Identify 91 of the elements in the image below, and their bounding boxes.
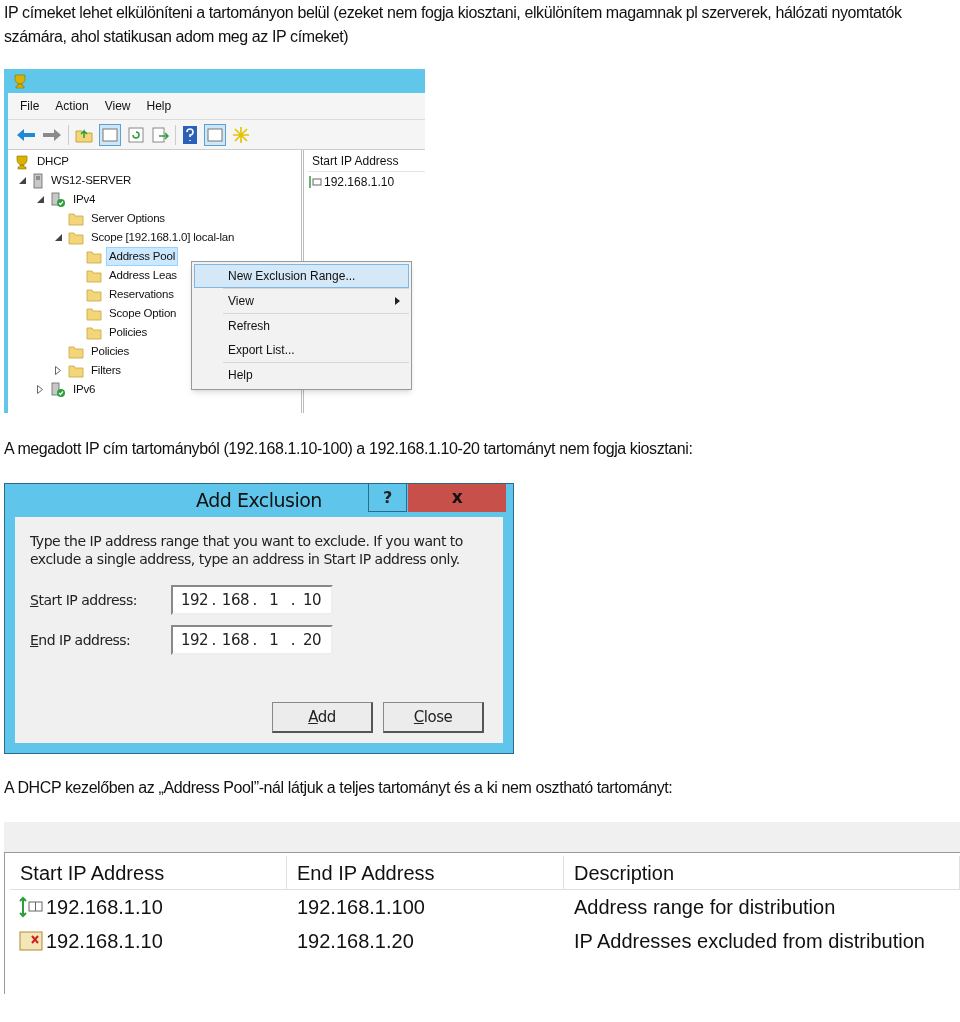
tree-item[interactable]: IPv4 — [70, 190, 99, 209]
column-header[interactable]: Start IP Address — [10, 856, 287, 890]
folder-icon — [68, 343, 84, 360]
octet-value: 1 — [268, 629, 280, 651]
tree-item[interactable]: Scope Option — [106, 304, 180, 323]
dialog-button[interactable]: Add — [272, 702, 373, 733]
submenu-arrow-icon — [395, 297, 400, 305]
server-check-icon — [50, 191, 66, 208]
octet-value: 168 — [221, 589, 247, 611]
range-icon — [308, 174, 322, 189]
folder-icon — [68, 210, 84, 227]
paragraph: A DHCP kezelőben az „Address Pool”-nál látjuk a teljes tartományt és a ki nem osztható tartományt: — [3, 778, 674, 798]
octet-separator: . — [252, 629, 257, 651]
octet-separator: . — [211, 589, 216, 611]
folder-icon — [86, 248, 102, 265]
folder-icon — [86, 324, 102, 341]
octet-value: 168 — [221, 629, 247, 651]
table-cell-text: IP Addresses excluded from distribution — [574, 929, 925, 954]
tree-item[interactable]: Policies — [106, 323, 151, 342]
pane-toggle-icon[interactable] — [204, 123, 226, 146]
menu-item[interactable]: Help — [146, 97, 172, 115]
folder-icon — [68, 229, 84, 246]
ip-address-field[interactable]: 192 . 168 . 1 . 10 — [171, 585, 333, 615]
octet-value: 192 — [181, 589, 206, 611]
octet-separator: . — [290, 629, 295, 651]
octet-separator: . — [211, 629, 216, 651]
paragraph: IP címeket lehet elkülöníteni a tartományon belül (ezeket nem fogja kiosztani, elkülönítem magamnak pl szerverek, hálózati nyomtatók számára, ahol statikusan adom meg az IP címeket) — [3, 3, 903, 47]
octet-value: 192 — [181, 629, 206, 651]
tree-item[interactable]: IPv6 — [70, 380, 99, 399]
server-check-icon — [50, 381, 66, 398]
server-icon — [32, 172, 44, 189]
table-cell-text: Address range for distribution — [574, 895, 836, 920]
trophy-icon — [12, 73, 28, 89]
folder-up-icon[interactable] — [75, 126, 93, 143]
tree-item[interactable]: DHCP — [34, 152, 72, 171]
table-cell-text: 192.168.1.10 — [46, 929, 163, 954]
column-header[interactable]: Description — [564, 856, 960, 890]
menu-item[interactable]: View — [104, 97, 131, 115]
menu-item[interactable]: Refresh — [223, 314, 409, 338]
expanded-arrow-icon[interactable] — [36, 196, 44, 203]
dialog-title: Add Exclusion — [196, 488, 322, 514]
dialog-description: Type the IP address range that you want to exclude. If you want to exclude a single address, type an address in Start IP address only. — [30, 532, 464, 568]
octet-value: 10 — [301, 589, 323, 611]
back-arrow-icon[interactable] — [16, 126, 36, 143]
table-cell-text: 192.168.1.20 — [297, 929, 414, 954]
tree-item[interactable]: Address Leas — [106, 266, 180, 285]
tree-item[interactable]: Filters — [88, 361, 124, 380]
trophy-icon — [14, 153, 30, 170]
field-label: End IP address: — [30, 630, 132, 650]
menu-item[interactable]: Action — [55, 97, 89, 115]
folder-icon — [68, 362, 84, 379]
menu-item[interactable]: Export List... — [223, 338, 409, 362]
column-header[interactable]: End IP Address — [287, 856, 564, 890]
expanded-arrow-icon[interactable] — [54, 234, 62, 241]
table-cell[interactable]: 192.168.1.10 — [324, 172, 395, 191]
octet-value: 1 — [268, 589, 280, 611]
octet-separator: . — [290, 589, 295, 611]
help-button[interactable]: ? — [368, 484, 407, 512]
range-icon — [18, 896, 44, 918]
dialog-button[interactable]: Close — [383, 702, 484, 733]
octet-value: 20 — [301, 629, 323, 651]
folder-icon — [86, 305, 102, 322]
expanded-arrow-icon[interactable] — [18, 177, 26, 184]
column-header[interactable]: Start IP Address — [308, 150, 425, 172]
table-cell-text: 192.168.1.100 — [297, 895, 425, 920]
tree-item[interactable]: WS12-SERVER — [48, 171, 135, 190]
folder-icon — [86, 267, 102, 284]
folder-icon — [86, 286, 102, 303]
forward-arrow-icon[interactable] — [42, 126, 62, 143]
menu-item[interactable]: File — [20, 97, 40, 115]
tree-item[interactable]: Scope [192.168.1.0] local-lan — [88, 228, 238, 247]
collapsed-arrow-icon[interactable] — [55, 366, 61, 375]
menu-item[interactable]: Help — [223, 363, 409, 387]
paragraph: A megadott IP cím tartományból (192.168.1.10-100) a 192.168.1.10-20 tartományt nem fogja kiosztani: — [3, 439, 694, 459]
refresh-icon[interactable] — [127, 125, 145, 144]
tree-item[interactable]: Reservations — [106, 285, 177, 304]
table-cell-text: 192.168.1.10 — [46, 895, 163, 920]
menu-item[interactable]: View — [223, 289, 409, 313]
field-label: Start IP address: — [30, 590, 138, 610]
help-icon[interactable] — [182, 124, 198, 145]
excluded-range-icon — [18, 930, 44, 952]
octet-separator: . — [252, 589, 257, 611]
ip-address-field[interactable]: 192 . 168 . 1 . 20 — [171, 625, 333, 655]
menu-item[interactable]: New Exclusion Range... — [194, 264, 409, 288]
pane-toggle-icon[interactable] — [99, 123, 121, 146]
tree-item[interactable]: Policies — [88, 342, 133, 361]
export-icon[interactable] — [151, 125, 169, 144]
tree-item[interactable]: Address Pool — [106, 247, 178, 266]
collapsed-arrow-icon[interactable] — [37, 385, 43, 394]
tree-item[interactable]: Server Options — [88, 209, 168, 228]
title-bar-close-button[interactable]: x — [408, 484, 506, 512]
